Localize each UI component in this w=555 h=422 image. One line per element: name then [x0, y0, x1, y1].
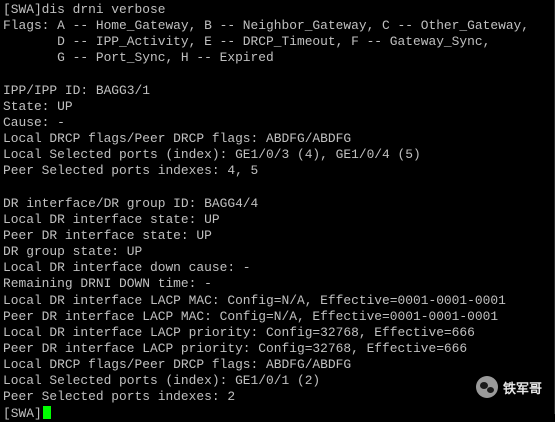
terminal-line: DR interface/DR group ID: BAGG4/4: [3, 195, 259, 211]
terminal-line: Peer Selected ports indexes: 2: [3, 389, 236, 405]
terminal-line: Flags: A -- Home_Gateway, B -- Neighbor_…: [3, 18, 530, 34]
terminal-line: Local DR interface LACP priority: Config…: [3, 324, 475, 340]
terminal-line: D -- IPP_Activity, E -- DRCP_Timeout, F …: [3, 34, 491, 50]
terminal-line: [SWA]dis drni verbose: [3, 2, 166, 17]
terminal-line: G -- Port_Sync, H -- Expired: [3, 50, 274, 66]
terminal-line: Cause: -: [3, 114, 65, 130]
text-cursor: [42, 405, 51, 419]
terminal-line: State: UP: [3, 98, 73, 114]
terminal-line: Local DRCP flags/Peer DRCP flags: ABDFG/…: [3, 131, 352, 147]
terminal-line: DR group state: UP: [3, 244, 143, 260]
terminal-line: Local DRCP flags/Peer DRCP flags: ABDFG/…: [3, 357, 352, 373]
watermark: 铁军哥: [475, 376, 542, 398]
terminal-line: Local DR interface down cause: -: [3, 260, 251, 276]
watermark-label: 铁军哥: [502, 381, 542, 397]
terminal-line: Local DR interface state: UP: [3, 211, 220, 227]
terminal-line: IPP/IPP ID: BAGG3/1: [3, 82, 150, 98]
terminal-line: Local Selected ports (index): GE1/0/3 (4…: [3, 147, 421, 163]
prompt-text: [SWA]: [3, 405, 42, 421]
terminal-line: Peer DR interface LACP MAC: Config=N/A, …: [3, 308, 499, 324]
terminal-output: [SWA]dis drni verbose Flags: A -- Home_G…: [3, 2, 554, 406]
terminal-line: Peer Selected ports indexes: 4, 5: [3, 163, 259, 179]
terminal-window[interactable]: [SWA]dis drni verbose Flags: A -- Home_G…: [0, 0, 555, 421]
wechat-icon: [475, 376, 498, 398]
terminal-line: Local Selected ports (index): GE1/0/1 (2…: [3, 373, 321, 389]
terminal-line: Local DR interface LACP MAC: Config=N/A,…: [3, 292, 506, 308]
terminal-line: Peer DR interface LACP priority: Config=…: [3, 340, 468, 356]
terminal-line: Peer DR interface state: UP: [3, 227, 212, 243]
terminal-line: Remaining DRNI DOWN time: -: [3, 276, 212, 292]
